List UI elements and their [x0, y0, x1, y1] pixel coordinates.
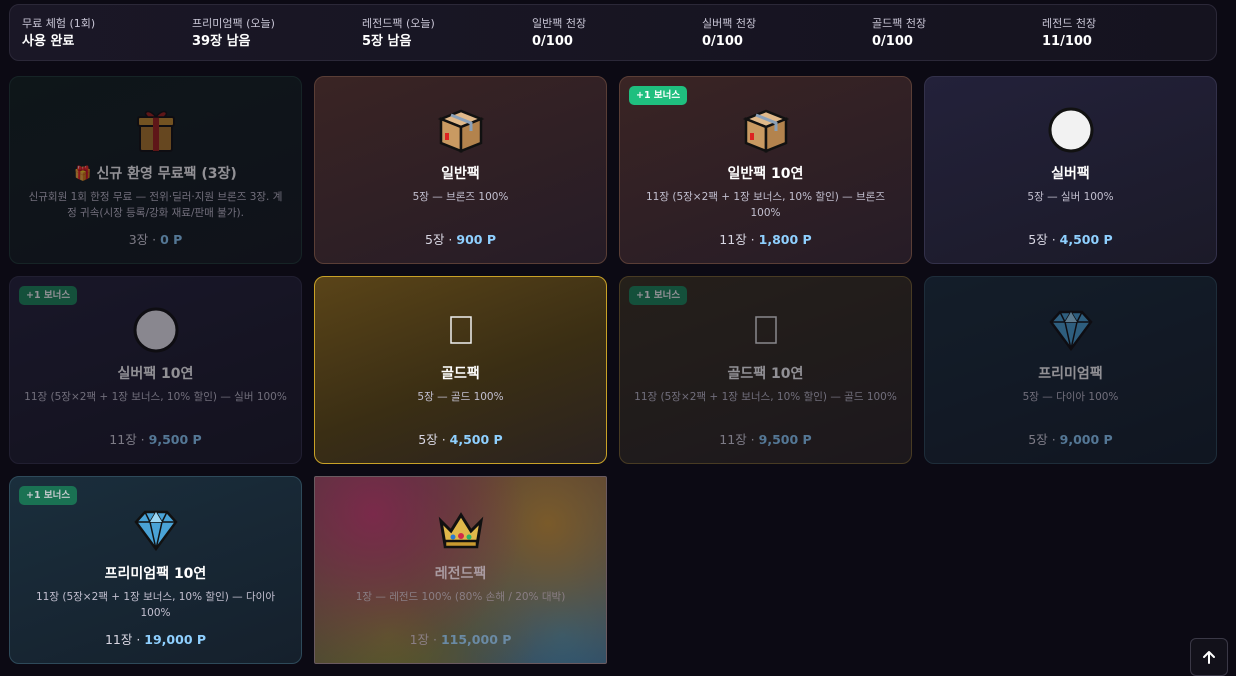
- crown-icon: [315, 505, 606, 555]
- scroll-top-button[interactable]: [1190, 638, 1228, 676]
- pack-count: 11장 ·: [719, 232, 759, 247]
- stat-value: 0/100: [872, 34, 913, 49]
- stat-label: 무료 체험 (1회): [22, 17, 96, 30]
- diamond-icon: [925, 305, 1216, 355]
- pack-description: 11장 (5장×2팩 + 1장 보너스, 10% 할인) — 브론즈 100%: [646, 191, 885, 219]
- pack-points: 115,000 P: [440, 632, 512, 647]
- stat-label: 일반팩 천장: [532, 17, 587, 30]
- stat-value: 11/100: [1042, 34, 1092, 49]
- arrow-up-icon: [1203, 651, 1215, 664]
- bonus-badge: +1 보너스: [19, 286, 78, 305]
- pack-card-premium-10x[interactable]: +1 보너스 프리미엄팩 10연 11장 (5장×2팩 + 1장 보너스, 10…: [9, 476, 302, 664]
- pack-title: 일반팩: [441, 166, 480, 182]
- stat-value: 39장 남음: [192, 34, 251, 49]
- pack-points: 9,500 P: [148, 432, 202, 447]
- pack-card-gold-10x[interactable]: +1 보너스 골드팩 10연 11장 (5장×2팩 + 1장 보너스, 10% …: [619, 276, 912, 464]
- stat-value: 5장 남음: [362, 34, 412, 49]
- pack-card-silver[interactable]: 실버팩 5장 — 실버 100% 5장 · 4,500 P: [924, 76, 1217, 264]
- pack-card-legend[interactable]: 레전드팩 1장 — 레전드 100% (80% 손해 / 20% 대박) 1장 …: [314, 476, 607, 664]
- stat-label: 레전드 천장: [1042, 17, 1097, 30]
- pack-price: 5장 · 4,500 P: [315, 429, 606, 448]
- pack-card-silver-10x[interactable]: +1 보너스 실버팩 10연 11장 (5장×2팩 + 1장 보너스, 10% …: [9, 276, 302, 464]
- pack-description: 11장 (5장×2팩 + 1장 보너스, 10% 할인) — 다이아 100%: [36, 591, 275, 619]
- pack-count: 11장 ·: [104, 632, 145, 647]
- pack-count: 5장 ·: [418, 432, 450, 447]
- bonus-badge: +1 보너스: [629, 286, 688, 305]
- gift-icon: [10, 105, 301, 155]
- stat-premium-today: 프리미엄팩 (오늘) 39장 남음: [192, 17, 275, 52]
- pack-price: 11장 · 9,500 P: [620, 429, 911, 448]
- stat-free-trial: 무료 체험 (1회) 사용 완료: [22, 17, 95, 52]
- pack-description: 1장 — 레전드 100% (80% 손해 / 20% 대박): [355, 591, 566, 603]
- pack-count: 5장 ·: [1028, 432, 1060, 447]
- pack-card-normal-10x[interactable]: +1 보너스 일반팩 10연 11장 (5장×2팩 + 1장 보너스, 10% …: [619, 76, 912, 264]
- pack-title: 실버팩: [1051, 166, 1090, 182]
- pack-points: 19,000 P: [144, 632, 207, 647]
- pack-count: 3장 ·: [128, 232, 161, 247]
- pack-description: 5장 — 다이아 100%: [1022, 391, 1119, 403]
- pack-description: 11장 (5장×2팩 + 1장 보너스, 10% 할인) — 실버 100%: [24, 391, 287, 403]
- pack-count: 11장 ·: [109, 432, 149, 447]
- stat-legend-pity: 레전드 천장 11/100: [1042, 17, 1096, 52]
- package-icon: [315, 105, 606, 155]
- pack-description: 5장 — 브론즈 100%: [412, 191, 509, 203]
- stat-gold-pity: 골드팩 천장 0/100: [872, 17, 926, 52]
- package-icon: [620, 105, 911, 155]
- pack-title: 🎁 신규 환영 무료팩 (3장): [74, 166, 237, 182]
- pack-points: 9,500 P: [758, 432, 812, 447]
- white-circle-icon: [925, 105, 1216, 155]
- pack-price: 11장 · 19,000 P: [10, 629, 301, 648]
- pack-points: 9,000 P: [1059, 432, 1113, 447]
- stat-label: 레전드팩 (오늘): [362, 17, 435, 30]
- pack-points: 4,500 P: [1059, 232, 1113, 247]
- pack-points: 900 P: [456, 232, 496, 247]
- pack-description: 5장 — 골드 100%: [417, 391, 504, 403]
- pack-title: 레전드팩: [434, 566, 487, 582]
- stat-label: 실버팩 천장: [702, 17, 757, 30]
- missing-glyph-icon: [620, 305, 911, 355]
- stat-silver-pity: 실버팩 천장 0/100: [702, 17, 756, 52]
- pack-card-premium[interactable]: 프리미엄팩 5장 — 다이아 100% 5장 · 9,000 P: [924, 276, 1217, 464]
- pack-stats-bar: 무료 체험 (1회) 사용 완료 프리미엄팩 (오늘) 39장 남음 레전드팩 …: [9, 4, 1217, 61]
- pack-count: 1장 ·: [409, 632, 441, 647]
- pack-price: 1장 · 115,000 P: [315, 629, 606, 648]
- pack-price: 3장 · 0 P: [10, 229, 301, 248]
- pack-description: 신규회원 1회 한정 무료 — 전위·딜러·지원 브론즈 3장. 계정 귀속(시…: [28, 191, 283, 219]
- stat-normal-pity: 일반팩 천장 0/100: [532, 17, 586, 52]
- stat-value: 0/100: [532, 34, 573, 49]
- diamond-icon: [10, 505, 301, 555]
- pack-points: 0 P: [160, 232, 183, 247]
- missing-glyph-icon: [315, 305, 606, 355]
- silver-circle-icon: [10, 305, 301, 355]
- stat-value: 사용 완료: [22, 34, 75, 49]
- pack-price: 5장 · 4,500 P: [925, 229, 1216, 248]
- pack-price: 11장 · 1,800 P: [620, 229, 911, 248]
- stat-value: 0/100: [702, 34, 743, 49]
- stat-label: 골드팩 천장: [872, 17, 927, 30]
- pack-points: 1,800 P: [758, 232, 812, 247]
- pack-count: 5장 ·: [425, 232, 457, 247]
- pack-points: 4,500 P: [449, 432, 503, 447]
- pack-title: 프리미엄팩 10연: [104, 566, 207, 582]
- pack-description: 5장 — 실버 100%: [1027, 191, 1114, 203]
- stat-legend-today: 레전드팩 (오늘) 5장 남음: [362, 17, 435, 52]
- pack-card-normal[interactable]: 일반팩 5장 — 브론즈 100% 5장 · 900 P: [314, 76, 607, 264]
- bonus-badge: +1 보너스: [629, 86, 688, 105]
- pack-count: 11장 ·: [719, 432, 759, 447]
- pack-title: 일반팩 10연: [727, 166, 804, 182]
- pack-card-gold[interactable]: 골드팩 5장 — 골드 100% 5장 · 4,500 P: [314, 276, 607, 464]
- stat-label: 프리미엄팩 (오늘): [192, 17, 275, 30]
- pack-title: 골드팩 10연: [727, 366, 804, 382]
- pack-price: 5장 · 900 P: [315, 229, 606, 248]
- pack-price: 5장 · 9,000 P: [925, 429, 1216, 448]
- pack-title: 실버팩 10연: [117, 366, 194, 382]
- pack-title: 프리미엄팩: [1038, 366, 1103, 382]
- pack-title: 골드팩: [441, 366, 480, 382]
- pack-card-welcome-free[interactable]: 🎁 신규 환영 무료팩 (3장) 신규회원 1회 한정 무료 — 전위·딜러·지…: [9, 76, 302, 264]
- pack-count: 5장 ·: [1028, 232, 1060, 247]
- pack-description: 11장 (5장×2팩 + 1장 보너스, 10% 할인) — 골드 100%: [634, 391, 897, 403]
- bonus-badge: +1 보너스: [19, 486, 78, 505]
- pack-price: 11장 · 9,500 P: [10, 429, 301, 448]
